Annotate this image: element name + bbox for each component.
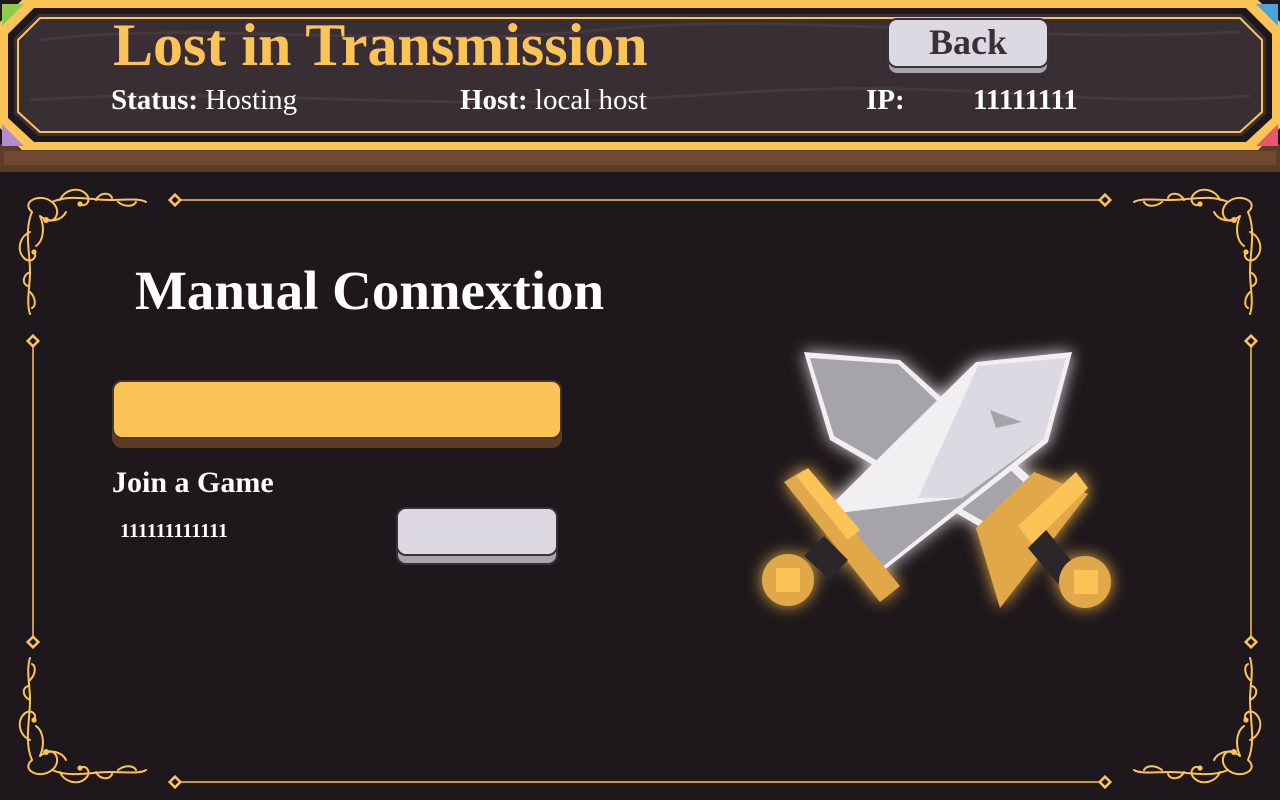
host-readout: Host: local host <box>460 82 647 118</box>
status-value: Hosting <box>205 84 298 116</box>
join-button[interactable] <box>396 507 558 565</box>
ip-entry-field <box>112 380 562 448</box>
join-code-text: 111111111111 <box>120 520 228 542</box>
header-shelf-inner <box>4 151 1276 165</box>
status-readout: Status: Hosting <box>111 82 297 118</box>
back-button-label: Back <box>887 18 1049 68</box>
panel-title: Manual Connextion <box>135 260 605 321</box>
ip-readout: IP: <box>866 82 905 118</box>
join-game-label: Join a Game <box>112 466 274 499</box>
ip-entry-input[interactable] <box>112 380 562 439</box>
game-title: Lost in Transmission <box>113 12 648 78</box>
host-label: Host: <box>460 84 528 116</box>
ip-value: 11111111 <box>973 84 1078 116</box>
join-button-label <box>396 507 558 556</box>
back-button[interactable]: Back <box>887 18 1049 75</box>
top-bar: Lost in Transmission Status: Hosting Hos… <box>0 0 1280 172</box>
host-value: local host <box>534 84 647 116</box>
status-label: Status: <box>111 84 199 116</box>
ip-label: IP: <box>866 84 905 116</box>
crossed-swords-icon <box>762 352 1111 608</box>
